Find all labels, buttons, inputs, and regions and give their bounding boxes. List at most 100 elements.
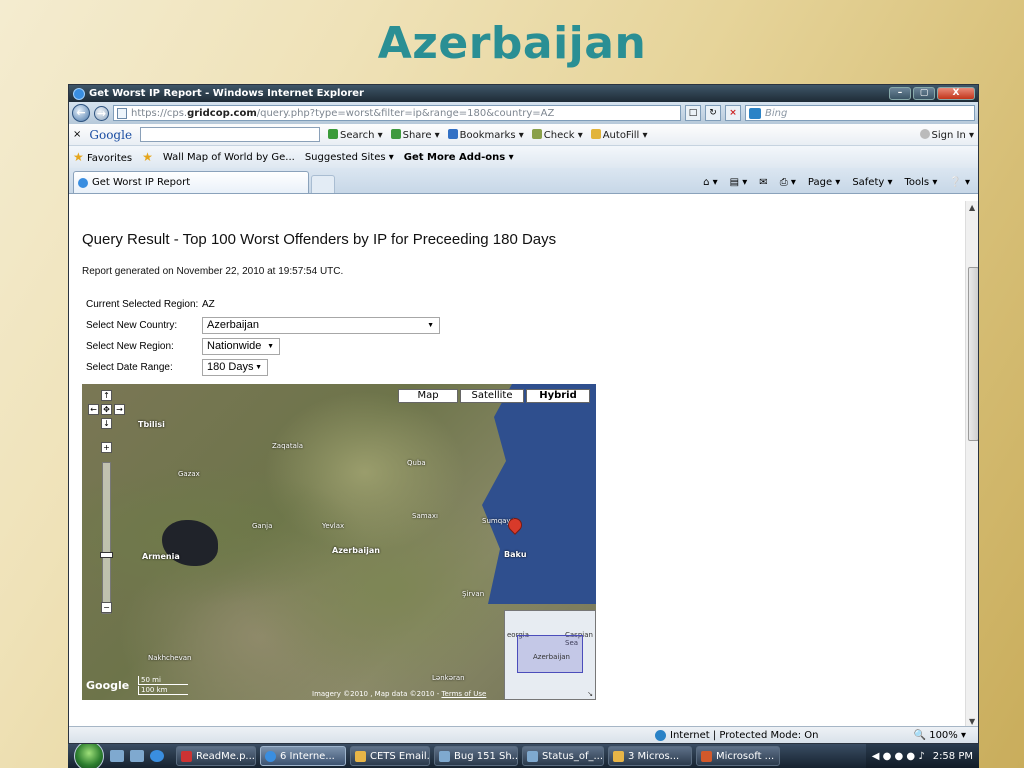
zoom-out-icon[interactable]: − — [101, 602, 112, 613]
google-check-button[interactable]: Check ▾ — [531, 128, 583, 141]
help-icon[interactable]: ❔ ▾ — [949, 177, 970, 188]
favorite-link-suggested[interactable]: Suggested Sites ▾ — [305, 152, 394, 163]
taskbar-item-status[interactable]: Status_of_... — [522, 746, 604, 766]
signin-icon — [919, 128, 930, 139]
taskbar-item-microsoft[interactable]: Microsoft ... — [696, 746, 780, 766]
taskbar-item-bug[interactable]: Bug 151 Sh... — [434, 746, 518, 766]
tools-menu[interactable]: Tools ▾ — [905, 177, 938, 188]
pan-up-icon[interactable]: ↑ — [101, 390, 112, 401]
country-label: Select New Country: — [86, 319, 178, 331]
back-arrow-icon[interactable]: ← — [72, 104, 90, 122]
pan-left-icon[interactable]: ← — [88, 404, 99, 415]
system-tray: ◀ ● ● ● ♪ 2:58 PM — [865, 744, 979, 768]
security-zone[interactable]: Internet | Protected Mode: On — [655, 729, 819, 741]
query-form: Current Selected Region: AZ Select New C… — [86, 294, 440, 378]
scroll-up-icon[interactable]: ▲ — [969, 203, 975, 212]
scroll-thumb[interactable] — [968, 267, 978, 441]
stop-icon[interactable]: × — [725, 105, 741, 121]
date-range-select[interactable]: 180 Days ▼ — [202, 358, 268, 376]
compatibility-view-icon[interactable]: □ — [685, 105, 701, 121]
map-label-azerbaijan: Azerbaijan — [332, 546, 380, 555]
window-icon — [439, 750, 450, 762]
map-type-control: Map Satellite Hybrid — [398, 389, 590, 403]
forward-arrow-icon[interactable]: → — [94, 105, 109, 121]
feeds-icon[interactable]: ▤ ▾ — [730, 177, 748, 188]
map-type-map-button[interactable]: Map — [398, 389, 458, 403]
ie-icon — [73, 87, 85, 100]
url-path: /query.php?type=worst&filter=ip&range=18… — [256, 107, 555, 119]
map-copyright: Imagery ©2010 , Map data ©2010 - Terms o… — [312, 690, 486, 698]
google-autofill-button[interactable]: AutoFill ▾ — [590, 128, 648, 141]
switch-windows-icon[interactable] — [130, 750, 144, 762]
ie-quicklaunch-icon[interactable] — [150, 750, 164, 762]
google-map[interactable]: Map Satellite Hybrid ↑ ← ✥ → ↓ + − Tbili… — [82, 384, 596, 700]
zoom-level[interactable]: 🔍 100% ▾ — [914, 730, 966, 741]
map-label-tbilisi: Tbilisi — [138, 420, 165, 429]
spellcheck-icon — [531, 128, 542, 139]
add-favorite-icon[interactable]: ★ — [142, 150, 153, 164]
taskbar-label: Status_of_... — [542, 750, 604, 762]
zoom-in-icon[interactable]: + — [101, 442, 112, 453]
taskbar-item-internet-explorer[interactable]: 6 Interne... — [260, 746, 346, 766]
map-type-hybrid-button[interactable]: Hybrid — [526, 389, 590, 403]
tab-label: Get Worst IP Report — [92, 177, 191, 188]
url-domain: gridcop.com — [187, 107, 257, 119]
new-tab-button[interactable] — [311, 175, 335, 193]
ie-icon — [265, 750, 276, 762]
security-zone-label: Internet | Protected Mode: On — [670, 729, 819, 741]
mail-icon[interactable]: ✉ — [759, 177, 767, 188]
google-toolbar: × Google Search ▾ Share ▾ Bookmarks ▾ Ch… — [69, 124, 978, 146]
region-select[interactable]: Nationwide ▼ — [202, 337, 280, 355]
overview-map[interactable]: eorgia Caspian Sea Azerbaijan ↘ — [504, 610, 596, 700]
zoom-slider-handle[interactable] — [100, 552, 113, 558]
favorite-link-wallmap[interactable]: Wall Map of World by Ge... — [163, 152, 295, 163]
title-bar: Get Worst IP Report - Windows Internet E… — [69, 85, 978, 102]
address-bar[interactable]: https://cps. gridcop.com/query.php?type=w… — [113, 105, 681, 121]
country-select[interactable]: Azerbaijan ▼ — [202, 316, 440, 334]
google-bookmarks-button[interactable]: Bookmarks ▾ — [447, 128, 524, 141]
pan-center-icon[interactable]: ✥ — [101, 404, 112, 415]
window-icon — [527, 750, 538, 762]
map-label-yevlax: Yevlax — [322, 522, 345, 530]
page-menu[interactable]: Page ▾ — [808, 177, 840, 188]
refresh-icon[interactable]: ↻ — [705, 105, 721, 121]
region-row: Select New Region: Nationwide ▼ — [86, 336, 440, 356]
chevron-down-icon: ▼ — [427, 321, 434, 329]
minimize-button[interactable]: – — [889, 87, 911, 100]
safety-menu[interactable]: Safety ▾ — [852, 177, 892, 188]
tray-icons[interactable]: ◀ ● ● ● ♪ — [872, 751, 925, 762]
scroll-down-icon[interactable]: ▼ — [969, 717, 975, 726]
print-icon[interactable]: ⎙ ▾ — [780, 177, 796, 188]
close-toolbar-icon[interactable]: × — [73, 129, 81, 140]
pan-down-icon[interactable]: ↓ — [101, 418, 112, 429]
close-button[interactable]: X — [937, 87, 975, 100]
email-icon — [355, 750, 366, 762]
google-signin-button[interactable]: Sign In ▾ — [919, 128, 974, 141]
favorites-star-icon: ★ — [73, 150, 84, 164]
favorites-button[interactable]: ★ Favorites — [73, 150, 132, 164]
address-toolbar: ← → https://cps. gridcop.com/query.php?ty… — [69, 102, 978, 124]
google-search-button[interactable]: Search ▾ — [328, 128, 383, 141]
search-input[interactable]: Bing — [745, 105, 975, 121]
pan-right-icon[interactable]: → — [114, 404, 125, 415]
page-title: Query Result - Top 100 Worst Offenders b… — [82, 231, 557, 248]
taskbar-item-cets-email[interactable]: CETS Email... — [350, 746, 430, 766]
map-type-satellite-button[interactable]: Satellite — [460, 389, 524, 403]
google-share-button[interactable]: Share ▾ — [390, 128, 440, 141]
overview-toggle-icon[interactable]: ↘ — [587, 690, 593, 698]
terms-of-use-link[interactable]: Terms of Use — [441, 690, 486, 698]
taskbar-label: ReadMe.p... — [196, 750, 255, 762]
taskbar-item-readme[interactable]: ReadMe.p... — [176, 746, 256, 766]
zoom-slider-track[interactable] — [102, 462, 111, 614]
google-search-input[interactable] — [140, 127, 321, 142]
home-icon[interactable]: ⌂ ▾ — [703, 177, 718, 188]
clock[interactable]: 2:58 PM — [933, 751, 973, 762]
maximize-button[interactable]: ▢ — [913, 87, 935, 100]
tab-get-worst-ip-report[interactable]: Get Worst IP Report — [73, 171, 309, 193]
office-icon — [613, 750, 624, 762]
vertical-scrollbar[interactable]: ▲ ▼ — [965, 201, 978, 728]
taskbar-item-microsoft-group[interactable]: 3 Micros... — [608, 746, 692, 766]
show-desktop-icon[interactable] — [110, 750, 124, 762]
favorite-link-addons[interactable]: Get More Add-ons ▾ — [404, 152, 514, 163]
start-button[interactable] — [74, 744, 104, 768]
